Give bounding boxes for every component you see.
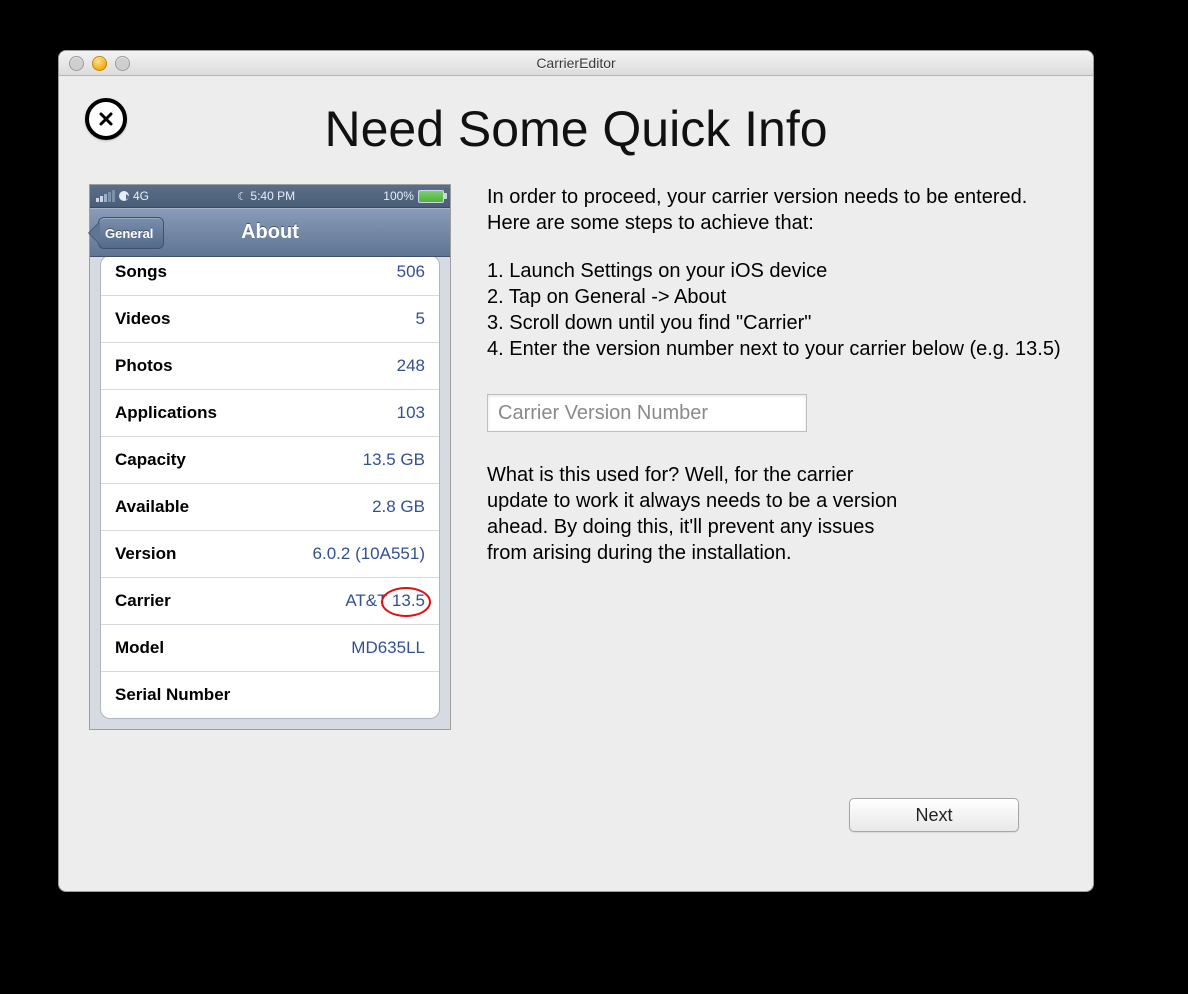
about-row: Songs 506	[101, 256, 439, 296]
about-row: Carrier AT&T 13.5	[101, 578, 439, 625]
network-label: 4G	[133, 189, 149, 203]
row-key: Carrier	[115, 591, 171, 611]
back-button-label: General	[105, 226, 153, 241]
signal-icon	[96, 190, 115, 202]
row-key: Available	[115, 497, 189, 517]
page-title: Need Some Quick Info	[85, 100, 1067, 158]
row-key: Version	[115, 544, 176, 564]
about-row: Model MD635LL	[101, 625, 439, 672]
app-window: CarrierEditor Need Some Quick Info 4G	[58, 50, 1094, 892]
carrier-version-input[interactable]	[487, 394, 807, 432]
intro-text: In order to proceed, your carrier versio…	[487, 184, 1063, 236]
row-value: 103	[397, 403, 425, 423]
moon-icon: ☾	[237, 191, 247, 203]
traffic-minimize[interactable]	[92, 56, 107, 71]
close-icon[interactable]	[85, 98, 127, 140]
ios-statusbar: 4G ☾ 5:40 PM 100%	[90, 185, 450, 208]
row-key: Model	[115, 638, 164, 658]
explain-text: What is this used for? Well, for the car…	[487, 462, 907, 566]
instructions-panel: In order to proceed, your carrier versio…	[487, 184, 1063, 730]
traffic-close[interactable]	[69, 56, 84, 71]
battery-icon	[418, 190, 444, 203]
step-line: 4. Enter the version number next to your…	[487, 336, 1063, 362]
about-row: Available 2.8 GB	[101, 484, 439, 531]
steps-list: 1. Launch Settings on your iOS device2. …	[487, 258, 1063, 362]
pacman-icon	[119, 191, 129, 201]
ios-navbar: General About	[90, 208, 450, 257]
ios-preview: 4G ☾ 5:40 PM 100% General	[89, 184, 451, 730]
row-key: Applications	[115, 403, 217, 423]
row-value: 6.0.2 (10A551)	[313, 544, 425, 564]
row-value: 2.8 GB	[372, 497, 425, 517]
about-row: Capacity 13.5 GB	[101, 437, 439, 484]
row-value: 13.5 GB	[363, 450, 425, 470]
statusbar-time: 5:40 PM	[250, 189, 295, 203]
titlebar: CarrierEditor	[59, 51, 1093, 76]
row-key: Photos	[115, 356, 173, 376]
about-row: Photos 248	[101, 343, 439, 390]
about-row: Version 6.0.2 (10A551)	[101, 531, 439, 578]
window-title: CarrierEditor	[59, 55, 1093, 71]
back-button: General	[98, 217, 164, 249]
row-key: Videos	[115, 309, 170, 329]
next-button[interactable]: Next	[849, 798, 1019, 832]
row-key: Serial Number	[115, 685, 230, 705]
step-line: 2. Tap on General -> About	[487, 284, 1063, 310]
red-circle-highlight	[381, 587, 431, 617]
about-row: Applications 103	[101, 390, 439, 437]
step-line: 3. Scroll down until you find "Carrier"	[487, 310, 1063, 336]
row-value: 248	[397, 356, 425, 376]
row-value: 5	[416, 309, 425, 329]
nav-title: About	[241, 221, 299, 244]
row-key: Capacity	[115, 450, 186, 470]
row-key: Songs	[115, 262, 167, 282]
about-row: Serial Number	[101, 672, 439, 718]
about-row: Videos 5	[101, 296, 439, 343]
traffic-zoom[interactable]	[115, 56, 130, 71]
step-line: 1. Launch Settings on your iOS device	[487, 258, 1063, 284]
row-value: MD635LL	[351, 638, 425, 658]
row-value: 506	[397, 262, 425, 282]
row-value: AT&T 13.5	[345, 591, 425, 611]
about-list: Songs 506 Videos 5 Photos 248 Applications 103 C…	[100, 255, 440, 719]
battery-pct: 100%	[383, 189, 414, 203]
